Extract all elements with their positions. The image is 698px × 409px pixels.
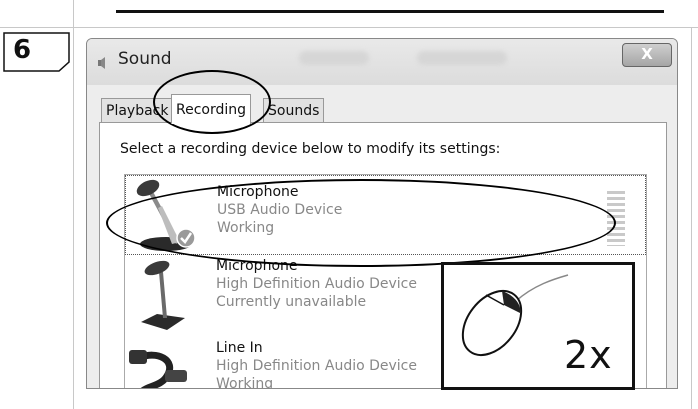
speaker-icon — [98, 57, 105, 69]
device-name: Line In — [216, 340, 263, 356]
instruction-text: Select a recording device below to modif… — [120, 141, 501, 157]
input-level-meter — [607, 188, 625, 246]
step-number-badge: 6 — [3, 32, 70, 72]
column-divider-right — [691, 28, 692, 409]
column-divider-left — [73, 28, 74, 409]
title-bar-background-blur — [299, 51, 369, 65]
device-name: Microphone — [217, 184, 299, 200]
title-bar-background-blur — [417, 51, 507, 65]
device-status: Working — [217, 220, 275, 236]
window-title: Sound — [118, 49, 172, 69]
device-description: High Definition Audio Device — [216, 358, 417, 374]
microphone-icon — [136, 179, 196, 251]
double-click-callout: 2x — [441, 262, 635, 390]
line-in-cable-icon — [129, 350, 187, 388]
tab-recording[interactable]: Recording — [171, 94, 252, 124]
device-status: Working — [216, 376, 274, 389]
device-name: Microphone — [216, 258, 298, 274]
tab-playback[interactable]: Playback — [101, 98, 174, 123]
device-description: USB Audio Device — [217, 202, 343, 218]
previous-image-edge — [116, 10, 664, 13]
device-description: High Definition Audio Device — [216, 276, 417, 292]
device-item-usb-microphone[interactable]: Microphone USB Audio Device Working — [125, 175, 646, 255]
column-divider — [73, 0, 74, 27]
step-number: 6 — [13, 35, 31, 65]
title-bar[interactable]: Sound X — [87, 39, 677, 85]
close-button[interactable]: X — [622, 43, 672, 67]
device-status: Currently unavailable — [216, 294, 367, 310]
tab-sounds[interactable]: Sounds — [263, 98, 325, 123]
microphone-icon — [141, 260, 185, 330]
click-count-label: 2x — [564, 333, 613, 377]
top-row-divider — [0, 0, 698, 28]
